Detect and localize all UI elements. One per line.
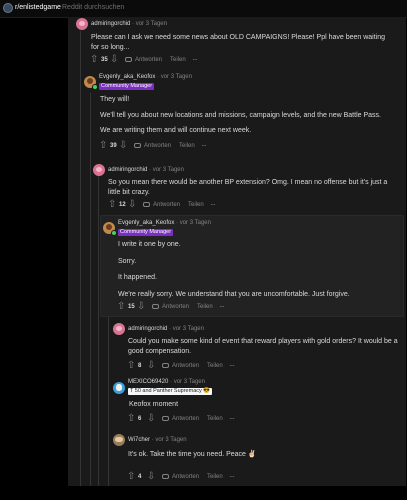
share-button[interactable]: Teilen [197,304,213,310]
comment-body: Could you make some kind of event that r… [128,338,398,355]
comment-body: They will! We'll tell you about new loca… [100,96,381,134]
downvote-icon[interactable]: ⇩ [110,55,118,65]
online-indicator [92,84,98,90]
reply-icon[interactable] [125,57,132,62]
avatar[interactable] [93,164,105,176]
more-options-icon[interactable]: ··· [229,414,235,423]
comment-actions: ⇧ 39 ⇩ Antworten Teilen ··· [99,141,299,151]
upvote-icon[interactable]: ⇧ [117,302,125,312]
vote-score: 15 [128,304,135,310]
avatar[interactable] [113,434,125,446]
share-button[interactable]: Teilen [179,143,195,149]
thread-line[interactable] [80,31,81,486]
comment-body: I write it one by one. Sorry. It happene… [118,241,350,298]
downvote-icon[interactable]: ⇩ [119,141,127,151]
thread-line[interactable] [90,93,91,486]
reply-icon[interactable] [162,474,169,479]
upvote-icon[interactable]: ⇧ [108,200,116,210]
avatar[interactable] [113,323,125,335]
timestamp[interactable]: vor 3 Tagen [153,167,184,173]
timestamp[interactable]: vor 3 Tagen [173,326,204,332]
upvote-icon[interactable]: ⇧ [127,472,135,482]
author-name[interactable]: MEXICO69420 [128,379,168,385]
author-name[interactable]: admiringorchid [108,167,147,173]
share-button[interactable]: Teilen [207,474,223,480]
comment-meta: Evgenly_aka_Keofox · vor 3 Tagen [118,220,211,226]
comment-meta: admiringorchid · vor 3 Tagen [108,167,184,173]
vote-score: 6 [138,416,142,422]
subreddit-name[interactable]: r/enlistedgame [15,4,61,11]
timestamp[interactable]: vor 3 Tagen [180,220,211,226]
author-name[interactable]: admiringorchid [91,21,130,27]
online-indicator [111,230,117,236]
share-button[interactable]: Teilen [207,416,223,422]
share-button[interactable]: Teilen [188,202,204,208]
upvote-icon[interactable]: ⇧ [127,361,135,371]
comment-meta: Evgenly_aka_Keofox · vor 3 Tagen [99,74,192,80]
avatar[interactable] [76,18,88,30]
timestamp[interactable]: vor 3 Tagen [161,74,192,80]
vote-score: 35 [101,57,108,63]
reply-button[interactable]: Antworten [144,143,171,149]
comment-body: It's ok. Take the time you need. Peace ✌… [128,451,257,458]
downvote-icon[interactable]: ⇩ [147,414,155,424]
upvote-icon[interactable]: ⇧ [127,414,135,424]
thread-line[interactable] [98,175,99,486]
top-bar: r/enlistedgame Reddit durchsuchen [0,0,407,18]
comment-actions: ⇧ 6 ⇩ Antworten Teilen ··· [127,414,327,424]
share-button[interactable]: Teilen [170,57,186,63]
timestamp[interactable]: vor 3 Tagen [136,21,167,27]
author-name[interactable]: Evgenly_aka_Keofox [118,220,174,226]
downvote-icon[interactable]: ⇩ [147,472,155,482]
vote-score: 12 [119,202,126,208]
more-options-icon[interactable]: ··· [219,302,225,311]
author-name[interactable]: admiringorchid [128,326,167,332]
reply-button[interactable]: Antworten [172,416,199,422]
vote-score: 39 [110,143,117,149]
reply-icon[interactable] [152,304,159,309]
reply-icon[interactable] [134,143,141,148]
more-options-icon[interactable]: ··· [192,55,198,64]
comment-actions: ⇧ 4 ⇩ Antworten Teilen ··· [127,472,327,482]
reply-icon[interactable] [162,363,169,368]
author-name[interactable]: Evgenly_aka_Keofox [99,74,155,80]
reply-icon[interactable] [162,416,169,421]
user-flair: T 50 and Panther Supremacy 😎 [128,388,213,395]
downvote-icon[interactable]: ⇩ [128,200,136,210]
share-button[interactable]: Teilen [207,363,223,369]
upvote-icon[interactable]: ⇧ [99,141,107,151]
search-input[interactable]: Reddit durchsuchen [62,4,124,11]
comment-actions: ⇧ 15 ⇩ Antworten Teilen ··· [117,302,317,312]
downvote-icon[interactable]: ⇩ [147,361,155,371]
comment-meta: admiringorchid · vor 3 Tagen [128,326,204,332]
more-options-icon[interactable]: ··· [210,200,216,209]
downvote-icon[interactable]: ⇩ [137,302,145,312]
user-flair: Community Manager [118,229,174,236]
comment-meta: admiringorchid · vor 3 Tagen [91,21,167,27]
vote-score: 4 [138,474,142,480]
comment-actions: ⇧ 8 ⇩ Antworten Teilen ··· [127,361,327,371]
subreddit-icon[interactable] [3,3,13,13]
timestamp[interactable]: vor 3 Tagen [174,379,205,385]
author-name[interactable]: Wi7cher [128,437,150,443]
timestamp[interactable]: vor 3 Tagen [155,437,186,443]
reply-icon[interactable] [143,202,150,207]
more-options-icon[interactable]: ··· [229,361,235,370]
reply-button[interactable]: Antworten [162,304,189,310]
reply-button[interactable]: Antworten [172,363,199,369]
reply-button[interactable]: Antworten [153,202,180,208]
vote-score: 8 [138,363,142,369]
comment-actions: ⇧ 35 ⇩ Antworten Teilen ··· [90,55,290,65]
upvote-icon[interactable]: ⇧ [90,55,98,65]
comment-actions: ⇧ 12 ⇩ Antworten Teilen ··· [108,200,308,210]
user-flair: Community Manager [99,83,155,90]
more-options-icon[interactable]: ··· [201,141,207,150]
reply-button[interactable]: Antworten [135,57,162,63]
avatar[interactable] [113,382,125,394]
comment-meta: Wi7cher · vor 3 Tagen [128,437,187,443]
comment-meta: MEXICO69420 · vor 3 Tagen [128,379,205,385]
reply-button[interactable]: Antworten [172,474,199,480]
more-options-icon[interactable]: ··· [229,472,235,481]
comments-panel: admiringorchid · vor 3 Tagen Please can … [68,17,406,486]
